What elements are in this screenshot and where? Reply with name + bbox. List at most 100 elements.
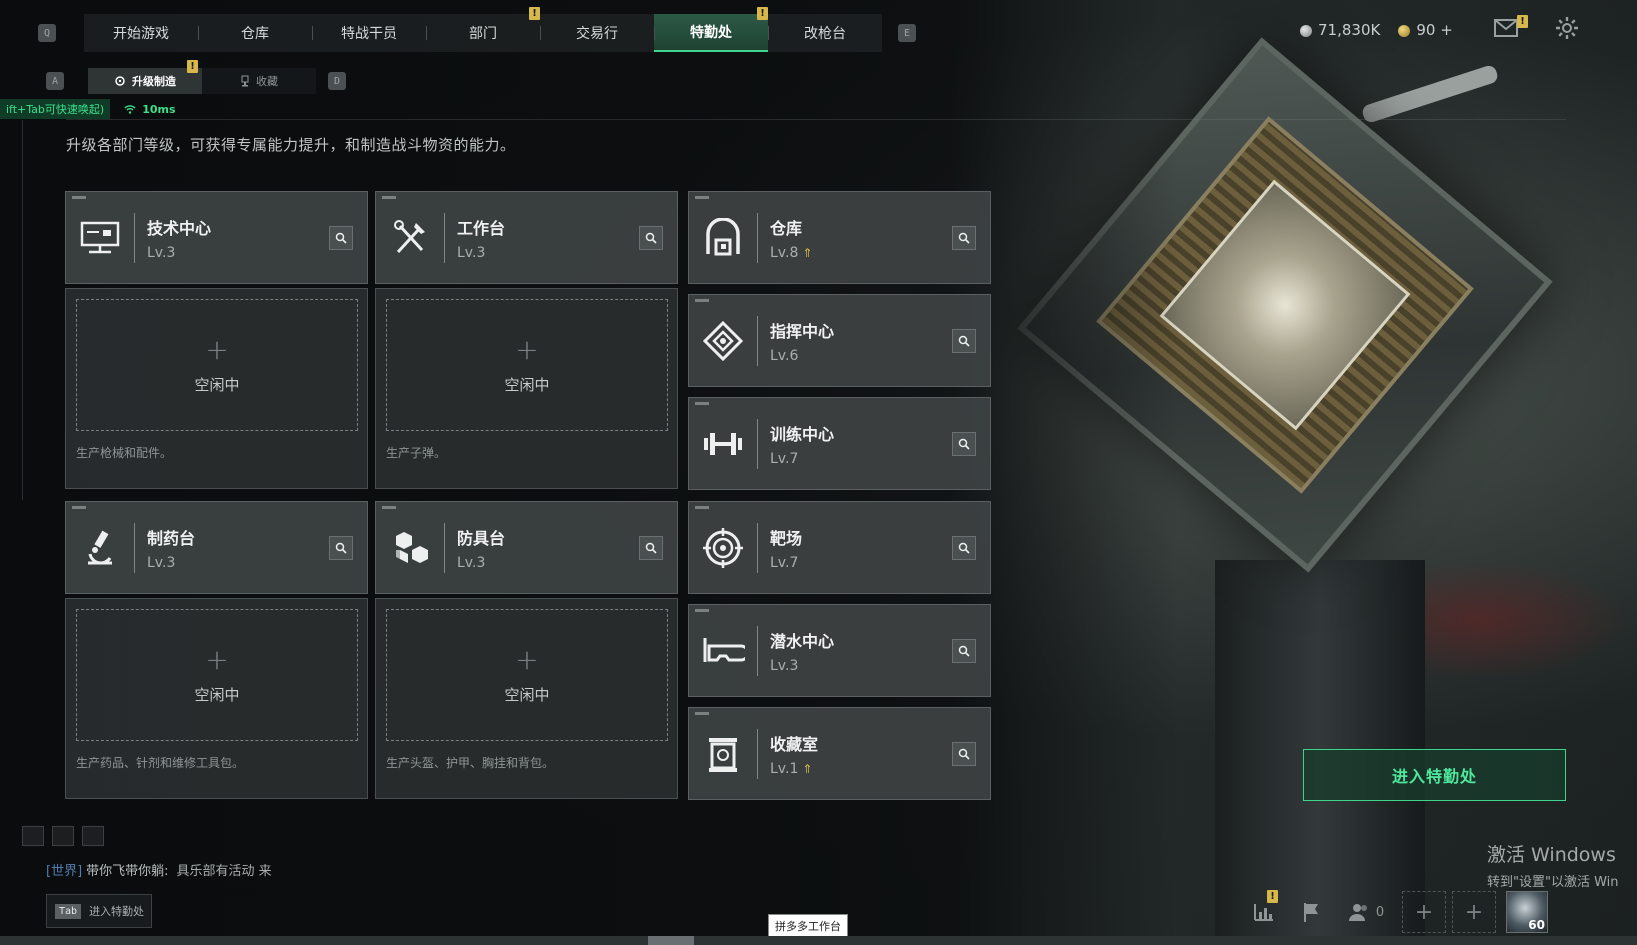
plus-icon: + (515, 642, 539, 676)
add-teammate-slot[interactable]: + (1402, 891, 1446, 933)
tab-upgrade-manufacture[interactable]: 升级制造 ! (88, 60, 202, 94)
page-description: 升级各部门等级，可获得专属能力提升，和制造战斗物资的能力。 (66, 136, 516, 154)
tab-gunsmith[interactable]: 改枪台 (768, 14, 882, 52)
production-slot[interactable]: + 空闲中 (76, 609, 358, 741)
mail-button[interactable]: ! (1494, 15, 1528, 39)
notification-badge: ! (1267, 890, 1278, 903)
production-area-workbench: + 空闲中 生产子弹。 (375, 288, 678, 489)
facility-name: 仓库 (770, 219, 803, 238)
facility-name: 指挥中心 (770, 322, 835, 341)
inspect-button[interactable] (952, 536, 976, 560)
inspect-button[interactable] (329, 226, 353, 250)
tab-trading[interactable]: 交易行 (540, 14, 654, 52)
facility-card-diving-center[interactable]: 潜水中心 Lv.3 (688, 604, 991, 697)
inspect-button[interactable] (952, 742, 976, 766)
facility-card-command-center[interactable]: 指挥中心 Lv.6 (688, 294, 991, 387)
upgrade-arrow-icon: ⇑ (802, 246, 813, 260)
production-description: 生产枪械和配件。 (76, 446, 173, 460)
tab-shortcut-hint[interactable]: Tab 进入特勤处 (46, 894, 152, 928)
silver-currency: 71,830K (1300, 21, 1380, 39)
tab-start-game[interactable]: 开始游戏 (84, 14, 198, 52)
facility-name: 训练中心 (770, 425, 835, 444)
facility-card-shooting-range[interactable]: 靶场 Lv.7 (688, 501, 991, 594)
tab-warehouse[interactable]: 仓库 (198, 14, 312, 52)
bottom-scrollbar[interactable] (0, 936, 1637, 945)
flag-button[interactable] (1288, 890, 1336, 934)
inspect-button[interactable] (639, 536, 663, 560)
chat-message[interactable]: [世界] 带你飞带你躺: 具乐部有活动 来 (46, 860, 272, 879)
gold-currency[interactable]: 90 + (1398, 21, 1453, 39)
add-teammate-slot[interactable]: + (1452, 891, 1496, 933)
friends-button[interactable]: 0 (1336, 890, 1396, 934)
production-slot[interactable]: + 空闲中 (76, 299, 358, 431)
tab-departments[interactable]: 部门! (426, 7, 540, 52)
production-description: 生产头盔、护甲、胸挂和背包。 (386, 756, 555, 770)
notification-badge: ! (187, 60, 198, 73)
trophy-icon (241, 75, 249, 87)
mail-icon (1494, 19, 1518, 37)
chat-tool-button[interactable] (52, 826, 74, 846)
notification-badge: ! (529, 7, 540, 20)
inspect-button[interactable] (952, 329, 976, 353)
dumbbell-icon (704, 433, 742, 455)
wifi-icon (124, 105, 136, 114)
currency-bar: 71,830K 90 + (1300, 18, 1453, 42)
facility-card-warehouse[interactable]: 仓库 Lv.8 ⇑ (688, 191, 991, 284)
department-card-pharmacy[interactable]: 制药台 Lv.3 (65, 501, 368, 594)
avatar[interactable]: 60 (1506, 891, 1548, 933)
department-level: Lv.3 (147, 245, 176, 261)
diving-mask-icon (703, 638, 745, 662)
tab-special-ops[interactable]: 特勤处! (654, 7, 768, 52)
production-slot[interactable]: + 空闲中 (386, 609, 668, 741)
nav-tabs: 开始游戏 仓库 特战干员 部门! 交易行 特勤处! 改枪台 (84, 7, 882, 52)
facility-level: Lv.7 (770, 451, 799, 467)
slot-status: 空闲中 (194, 375, 240, 394)
armor-icon (396, 532, 428, 563)
network-status: ift+Tab可快速唤起) 10ms (0, 99, 176, 119)
tab-hint-label: 进入特勤处 (89, 905, 145, 918)
search-icon (645, 542, 657, 554)
inspect-button[interactable] (952, 226, 976, 250)
production-description: 生产药品、针剂和维修工具包。 (76, 756, 245, 770)
chat-text: 具乐部有活动 来 (176, 864, 272, 879)
taskbar-tooltip: 拼多多工作台 (768, 914, 848, 938)
inspect-button[interactable] (329, 536, 353, 560)
facility-level: Lv.3 (770, 658, 799, 674)
inspect-button[interactable] (952, 639, 976, 663)
plus-icon: + (205, 332, 229, 366)
warehouse-icon (706, 218, 740, 256)
monitor-icon (80, 221, 120, 254)
settings-button[interactable] (1555, 16, 1579, 40)
chat-tool-button[interactable] (22, 826, 44, 846)
add-gold-button[interactable]: + (1440, 21, 1453, 39)
production-area-tech-center: + 空闲中 生产枪械和配件。 (65, 288, 368, 489)
chat-tool-button[interactable] (82, 826, 104, 846)
department-level: Lv.3 (147, 555, 176, 571)
search-icon (645, 232, 657, 244)
bottom-toolbar: ! 0 + + 60 (1240, 890, 1548, 934)
facility-name: 潜水中心 (770, 632, 835, 651)
enter-special-ops-button[interactable]: 进入特勤处 (1303, 749, 1566, 801)
search-icon (958, 645, 970, 657)
facility-card-collection-room[interactable]: 收藏室 Lv.1 ⇑ (688, 707, 991, 800)
department-card-workbench[interactable]: 工作台 Lv.3 (375, 191, 678, 284)
friends-icon (1348, 904, 1367, 921)
department-card-armor-bench[interactable]: 防具台 Lv.3 (375, 501, 678, 594)
tab-operators[interactable]: 特战干员 (312, 14, 426, 52)
stats-button[interactable]: ! (1240, 890, 1288, 934)
bar-chart-icon (1254, 904, 1273, 921)
department-card-tech-center[interactable]: 技术中心 Lv.3 (65, 191, 368, 284)
production-slot[interactable]: + 空闲中 (386, 299, 668, 431)
ping-indicator: 10ms (124, 103, 176, 116)
inspect-button[interactable] (639, 226, 663, 250)
gear-icon (1556, 17, 1578, 39)
notification-badge: ! (1517, 15, 1528, 28)
key-hint-a: A (46, 72, 64, 90)
production-description: 生产子弹。 (386, 446, 447, 460)
tab-collection[interactable]: 收藏 (202, 68, 316, 94)
notification-badge: ! (757, 7, 768, 20)
inspect-button[interactable] (952, 432, 976, 456)
facility-card-training-center[interactable]: 训练中心 Lv.7 (688, 397, 991, 490)
top-navigation: Q 开始游戏 仓库 特战干员 部门! 交易行 特勤处! 改枪台 E (38, 7, 916, 52)
production-area-armor-bench: + 空闲中 生产头盔、护甲、胸挂和背包。 (375, 598, 678, 799)
